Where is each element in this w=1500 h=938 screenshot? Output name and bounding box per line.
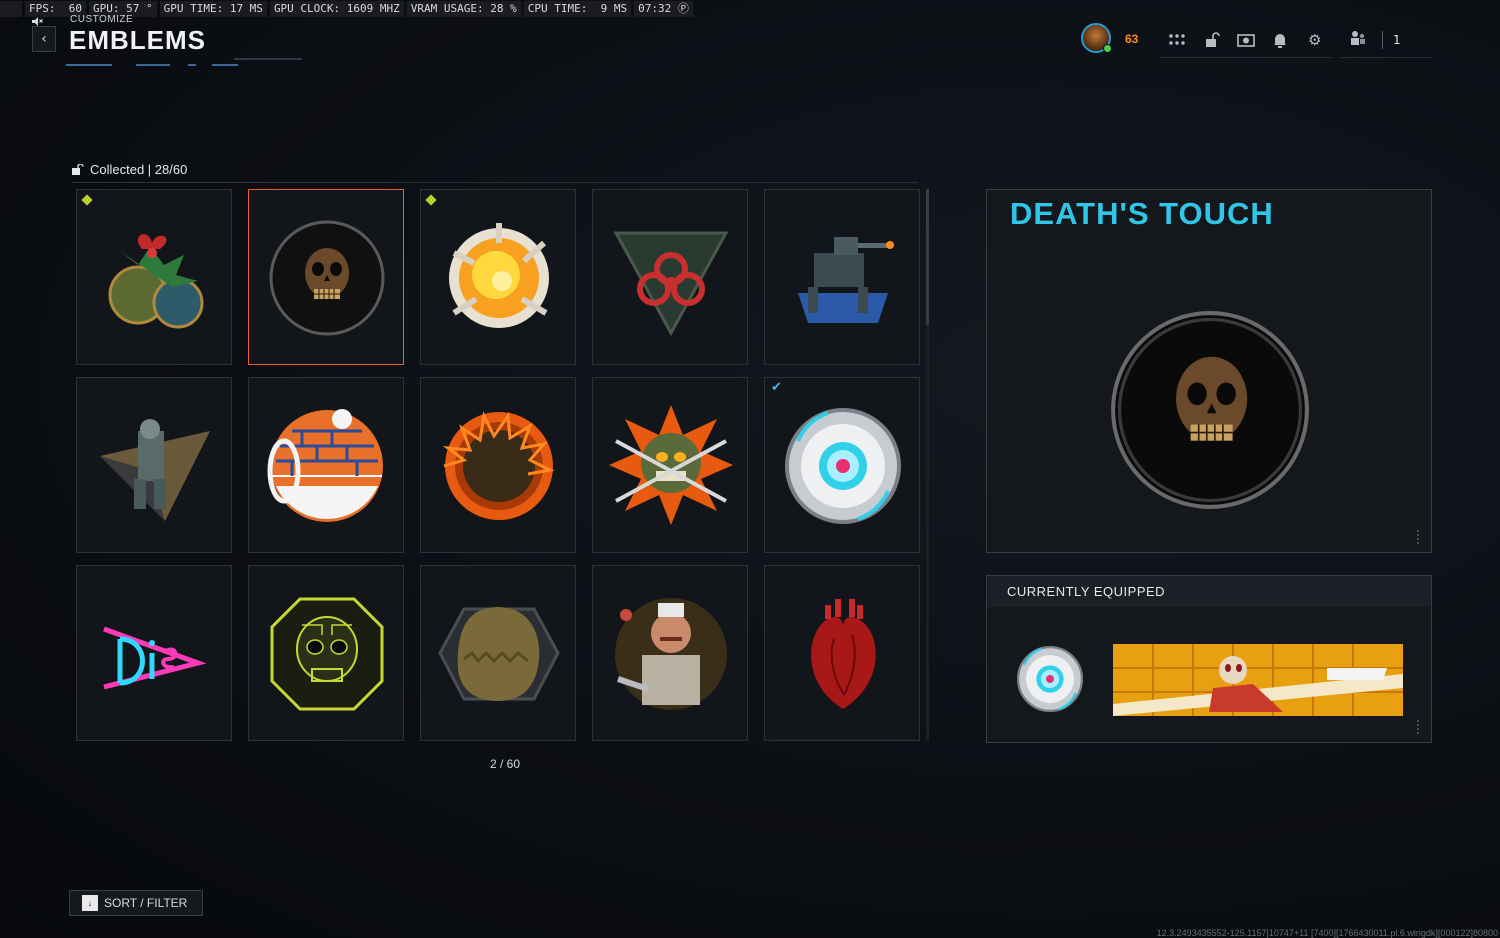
cyber-eye-emblem [785,408,901,524]
emblem-tile[interactable] [420,565,576,741]
perf-gpu-clock: GPU CLOCK: 1609 MHZ [269,0,404,17]
top-right-bar: 63 ⚙ 1 [1080,22,1432,60]
equipped-emblem[interactable] [1013,642,1087,716]
speaker-mute-icon [0,0,43,26]
grid-menu-icon[interactable] [1167,30,1187,50]
emblem-tile[interactable] [248,565,404,741]
emblem-title: DEATH'S TOUCH [1010,196,1274,231]
equipped-calling-card[interactable] [1113,644,1403,716]
scorch-mark-emblem [442,411,555,520]
soldier-triangle-emblem [100,419,210,521]
currently-equipped-panel: CURRENTLY EQUIPPED [986,575,1432,743]
player-level: 63 [1125,32,1139,46]
sort-filter-button[interactable]: ↓ SORT / FILTER [69,890,203,916]
back-button[interactable]: ‹ [32,26,56,52]
deaths-touch-skull-emblem [269,220,385,336]
emblem-tile[interactable] [76,189,232,365]
unlock-icon [72,164,84,175]
page-title: EMBLEMS [69,25,206,55]
perf-clock: 07:32 Ⓟ [634,0,693,17]
party-indicator[interactable]: 1 [1340,22,1432,58]
grid-scrollbar[interactable] [926,189,929,741]
emblem-tile-equipped[interactable]: ✔ [764,377,920,553]
equipped-heading: CURRENTLY EQUIPPED [987,576,1431,607]
neon-die-emblem [103,626,207,690]
sort-filter-label: SORT / FILTER [104,896,188,910]
emblem-tile[interactable] [420,189,576,365]
emblem-tile[interactable] [592,189,748,365]
emblem-tile[interactable] [248,377,404,553]
circuit-skull-emblem [270,597,384,711]
emblem-tile[interactable] [76,377,232,553]
breadcrumb: CUSTOMIZE [70,14,134,25]
new-badge [425,194,437,206]
collection-count: Collected | 28/60 [90,162,188,177]
panel-corner-marker [1417,530,1423,544]
scrollbar-thumb[interactable] [926,189,929,325]
emblem-tile[interactable] [76,565,232,741]
new-badge [81,194,93,206]
demon-burst-emblem [609,405,733,525]
emblem-tile[interactable] [592,565,748,741]
lock-icon[interactable] [1202,30,1222,50]
build-version: 12.3.2493435552-125.1157|10747+11 [7400]… [1156,928,1498,938]
explosion-burst-emblem [449,223,549,328]
camera-icon[interactable] [1236,30,1256,50]
emblem-detail-panel: DEATH'S TOUCH [986,189,1432,553]
perf-gpu-time: GPU TIME: 17 MS [159,0,267,17]
emblem-tile[interactable] [592,377,748,553]
online-status-dot [1103,44,1112,53]
chevron-left-icon: ‹ [41,31,47,47]
emblem-tile-selected[interactable] [248,189,404,365]
emblem-tile[interactable] [764,189,920,365]
emblem-tile[interactable] [420,377,576,553]
brick-sphere-emblem [267,409,383,522]
furry-beast-emblem [438,607,560,701]
bell-icon[interactable] [1270,30,1290,50]
emblem-grid: ✔ [76,189,920,741]
mech-walker-emblem [798,237,894,323]
perf-vram: VRAM USAGE: 28 % [406,0,521,17]
player-avatar[interactable] [1081,23,1112,53]
divider [72,182,918,183]
gear-icon[interactable]: ⚙ [1305,30,1325,50]
biohazard-emblem [613,231,729,337]
divider [1382,30,1383,49]
top-nav-icons: ⚙ [1160,22,1332,58]
equipped-check-icon: ✔ [771,380,782,395]
emblem-tile[interactable] [764,565,920,741]
anatomical-heart-emblem [811,599,876,709]
page-indicator: 2 / 60 [489,757,521,771]
collection-status: Collected | 28/60 [72,162,187,177]
party-count: 1 [1393,32,1401,47]
panel-corner-marker [1417,720,1423,734]
title-decoration [66,58,302,66]
controller-key-icon: ↓ [82,895,98,911]
deaths-touch-preview [1111,311,1309,509]
perf-cpu-time: CPU TIME: 9 MS [523,0,632,17]
butcher-emblem [615,598,727,710]
ornaments-emblem [108,234,204,329]
party-icon [1348,30,1368,50]
